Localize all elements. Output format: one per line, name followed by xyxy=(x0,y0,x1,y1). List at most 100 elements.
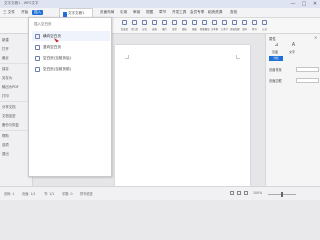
task-pane-tab-text[interactable]: 文字 xyxy=(289,50,295,54)
ribbon-button-label: 文本框 xyxy=(210,28,219,31)
minimize-button[interactable]: — xyxy=(288,0,298,8)
nav-item-print[interactable]: 打印 xyxy=(2,93,9,98)
header-footer-icon xyxy=(232,20,237,25)
status-page-number: 页码: 1 xyxy=(4,192,15,196)
zoom-level[interactable]: 100% xyxy=(253,191,262,195)
maximize-button[interactable]: □ xyxy=(299,0,309,8)
dropdown-item-blank-after[interactable]: 空白页(当前页后) xyxy=(32,53,110,63)
nav-item-encrypt[interactable]: 文档加密 xyxy=(2,113,16,118)
status-bar: 页码: 1 页面: 1/1 节: 1/1 字数: 0 拼写检查 100% xyxy=(0,186,320,200)
dropdown-item-label: 空白页(当前页前) xyxy=(43,67,71,71)
menu-developer[interactable]: 开发工具 xyxy=(172,10,186,15)
zoom-slider-thumb[interactable] xyxy=(281,191,283,197)
menu-insert[interactable]: 插入 xyxy=(32,10,44,15)
document-page[interactable] xyxy=(115,45,250,186)
view-page-icon[interactable] xyxy=(230,191,234,195)
ribbon-button-label: 空白页 xyxy=(130,28,139,31)
nav-item-save[interactable]: 保存 xyxy=(2,66,9,71)
page-background-label: 页面背景 xyxy=(269,68,282,72)
dropdown-item-blank-before[interactable]: 空白页(当前页前) xyxy=(32,64,110,74)
nav-item-save-as[interactable]: 另存为 xyxy=(2,75,12,80)
task-pane-tab-page[interactable]: 页面 xyxy=(272,50,278,54)
ribbon-header-footer-button[interactable]: 页眉页脚 xyxy=(230,19,240,33)
status-spell-check[interactable]: 拼写检查 xyxy=(80,191,93,196)
ribbon-button-label: 图表 xyxy=(192,28,197,31)
blank-page-icon xyxy=(132,20,137,25)
document-icon xyxy=(63,11,67,17)
page-landscape-icon xyxy=(35,33,40,39)
nav-item-exit[interactable]: 退出 xyxy=(2,151,9,156)
nav-item-help[interactable]: 帮助 xyxy=(2,133,9,138)
menu-home[interactable]: 开始 xyxy=(21,10,28,15)
picture-icon xyxy=(162,20,167,25)
ribbon-formula-button[interactable]: 公式 xyxy=(260,19,269,33)
icons-icon xyxy=(182,20,187,25)
menu-references[interactable]: 引用 xyxy=(120,10,127,15)
menu-view[interactable]: 视图 xyxy=(146,10,153,15)
properties-task-pane: 属性 ✕ ⊿ A 页面 文字 分栏 页面背景 页面边框 xyxy=(265,34,320,186)
ribbon-button-label: 表格 xyxy=(152,28,157,31)
ribbon-page-number-button[interactable]: 页码 xyxy=(240,19,249,33)
search-button[interactable]: 查找 xyxy=(230,10,237,15)
ribbon-wordart-button[interactable]: 艺术字 xyxy=(220,19,229,33)
ribbon-shape-button[interactable]: 形状 xyxy=(170,19,179,33)
table-icon xyxy=(152,20,157,25)
menu-sections[interactable]: 章节 xyxy=(159,10,166,15)
menu-review[interactable]: 审阅 xyxy=(133,10,140,15)
ribbon-picture-button[interactable]: 图片 xyxy=(160,19,169,33)
insert-blank-page-dropdown: 插入空白页 横向空白页 竖向空白页 空白页(当前页后) 空白页(当前页前) xyxy=(28,17,112,177)
ribbon-button-label: 分页 xyxy=(142,28,147,31)
smartart-icon xyxy=(202,20,207,25)
view-outline-icon[interactable] xyxy=(244,191,248,195)
ribbon-symbol-button[interactable]: 符号 xyxy=(250,19,259,33)
page-break-icon xyxy=(142,20,147,25)
page-border-field[interactable] xyxy=(296,78,319,83)
ribbon-textbox-button[interactable]: 文本框 xyxy=(210,19,219,33)
page-blank-icon xyxy=(35,55,40,61)
ribbon-chart-button[interactable]: 图表 xyxy=(190,19,199,33)
ribbon-icon-button[interactable]: 图标 xyxy=(180,19,189,33)
nav-item-new[interactable]: 新建 xyxy=(2,37,9,42)
ribbon-table-button[interactable]: 表格 xyxy=(150,19,159,33)
menu-page-layout[interactable]: 页面布局 xyxy=(100,10,114,15)
ribbon-button-label: 页码 xyxy=(242,28,247,31)
nav-item-share[interactable]: 分享文档 xyxy=(2,104,16,109)
wordart-icon xyxy=(222,20,227,25)
cover-icon xyxy=(122,20,127,25)
ribbon-page-break-button[interactable]: 分页 xyxy=(140,19,149,33)
textbox-icon xyxy=(212,20,217,25)
dropdown-item-portrait-blank[interactable]: 竖向空白页 xyxy=(32,42,110,52)
margin-mark xyxy=(236,55,240,59)
ribbon-button-label: 封面页 xyxy=(120,28,129,31)
nav-item-export-pdf[interactable]: 输出为PDF xyxy=(2,84,19,89)
ribbon-button-label: 形状 xyxy=(172,28,177,31)
page-settings-icon[interactable]: ⊿ xyxy=(274,43,279,48)
page-background-field[interactable] xyxy=(296,67,319,72)
ribbon-button-label: 图片 xyxy=(162,28,167,31)
page-border-label: 页面边框 xyxy=(269,79,282,83)
page-portrait-icon xyxy=(35,44,40,50)
view-web-icon[interactable] xyxy=(237,191,241,195)
dropdown-header: 插入空白页 xyxy=(34,22,52,26)
ribbon-cover-button[interactable]: 封面页 xyxy=(120,19,129,33)
ribbon-button-label: 符号 xyxy=(252,28,257,31)
margin-mark xyxy=(125,55,129,59)
nav-item-options[interactable]: 选项 xyxy=(2,142,9,147)
menu-docer[interactable]: 稻壳资源 xyxy=(208,10,222,15)
ribbon-smartart-button[interactable]: 智能图形 xyxy=(200,19,210,33)
nav-item-backup[interactable]: 备份与恢复 xyxy=(2,122,19,127)
menu-file[interactable]: 三 文件 xyxy=(3,10,15,15)
text-settings-icon[interactable]: A xyxy=(291,43,296,48)
nav-item-recent[interactable]: 最近 xyxy=(2,55,9,60)
ribbon-blank-page-button[interactable]: 空白页 xyxy=(130,19,139,33)
close-window-button[interactable]: ✕ xyxy=(310,0,320,8)
ribbon-button-label: 图标 xyxy=(182,28,187,31)
title-bar: 文字文稿1 - WPS文字 — □ ✕ xyxy=(0,0,320,8)
nav-item-open[interactable]: 打开 xyxy=(2,46,9,51)
columns-button[interactable]: 分栏 xyxy=(269,56,283,61)
menu-member[interactable]: 会员专享 xyxy=(190,10,204,15)
status-word-count[interactable]: 字数: 0 xyxy=(62,191,73,196)
dropdown-item-landscape-blank[interactable]: 横向空白页 xyxy=(32,31,110,41)
status-page-count: 页面: 1/1 xyxy=(22,192,36,196)
task-pane-close-icon[interactable]: ✕ xyxy=(314,35,317,40)
